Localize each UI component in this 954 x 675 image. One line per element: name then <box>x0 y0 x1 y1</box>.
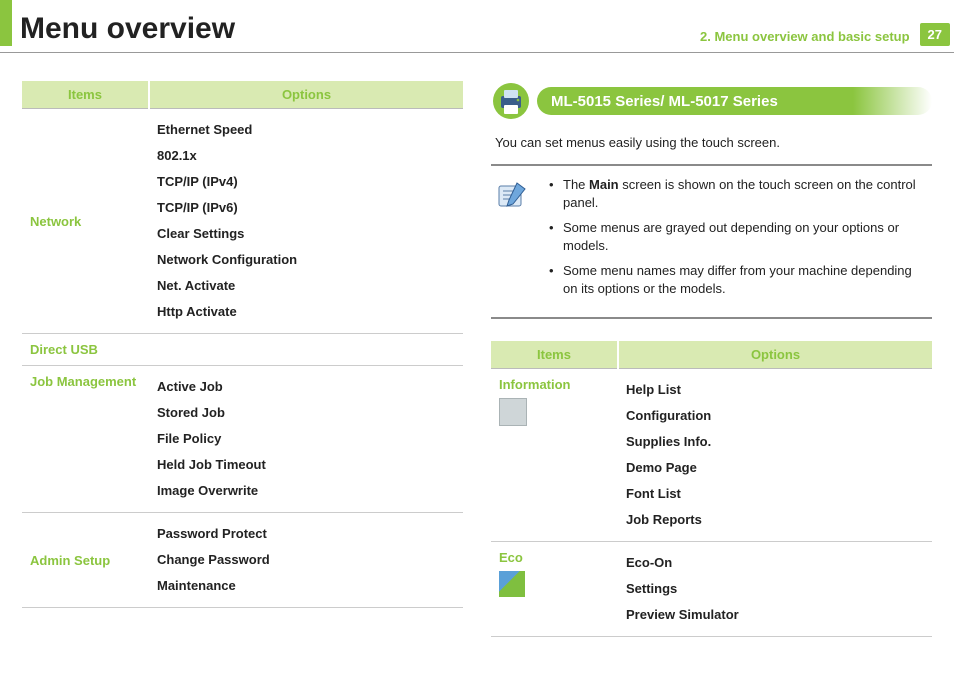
body: Items Options Network Ethernet Speed 802… <box>0 53 954 637</box>
option-text: Held Job Timeout <box>157 452 455 478</box>
note-bold: Main <box>589 177 619 192</box>
table-row: Job Management Active Job Stored Job Fil… <box>22 366 463 513</box>
option-text: File Policy <box>157 426 455 452</box>
page-number: 27 <box>920 23 950 46</box>
table-row: Direct USB <box>22 334 463 366</box>
option-text: Configuration <box>626 403 924 429</box>
note-item: Some menus are grayed out depending on y… <box>553 219 928 254</box>
option-text: Http Activate <box>157 299 455 325</box>
option-text: Active Job <box>157 374 455 400</box>
left-th-options: Options <box>149 81 463 109</box>
right-th-items: Items <box>491 341 618 369</box>
row-options-network: Ethernet Speed 802.1x TCP/IP (IPv4) TCP/… <box>149 109 463 334</box>
option-text: TCP/IP (IPv4) <box>157 169 455 195</box>
row-options-eco: Eco-On Settings Preview Simulator <box>618 542 932 637</box>
series-banner: ML-5015 Series/ ML-5017 Series <box>491 81 932 121</box>
row-item-network: Network <box>22 109 149 334</box>
note-text: The <box>563 177 589 192</box>
row-options-job-management: Active Job Stored Job File Policy Held J… <box>149 366 463 513</box>
note-list: The Main screen is shown on the touch sc… <box>539 176 928 305</box>
intro-text: You can set menus easily using the touch… <box>495 135 932 150</box>
option-text: Font List <box>626 481 924 507</box>
option-text: 802.1x <box>157 143 455 169</box>
row-item-direct-usb: Direct USB <box>22 334 149 366</box>
option-text: Supplies Info. <box>626 429 924 455</box>
chapter-label: 2. Menu overview and basic setup <box>700 29 910 44</box>
option-text: Help List <box>626 377 924 403</box>
page-header: Menu overview 2. Menu overview and basic… <box>0 0 954 53</box>
right-table: Items Options Information Help List Conf… <box>491 341 932 637</box>
option-text: TCP/IP (IPv6) <box>157 195 455 221</box>
option-text: Ethernet Speed <box>157 117 455 143</box>
table-row: Information Help List Configuration Supp… <box>491 369 932 542</box>
page: Menu overview 2. Menu overview and basic… <box>0 0 954 675</box>
option-text: Password Protect <box>157 521 455 547</box>
option-text: Change Password <box>157 547 455 573</box>
option-text: Network Configuration <box>157 247 455 273</box>
page-title: Menu overview <box>20 12 700 46</box>
option-text: Preview Simulator <box>626 602 924 628</box>
left-th-items: Items <box>22 81 149 109</box>
option-text: Settings <box>626 576 924 602</box>
row-item-eco: Eco <box>491 542 618 637</box>
option-text: Stored Job <box>157 400 455 426</box>
table-row: Eco Eco-On Settings Preview Simulator <box>491 542 932 637</box>
option-text: Image Overwrite <box>157 478 455 504</box>
note-icon <box>495 178 529 212</box>
table-row: Admin Setup Password Protect Change Pass… <box>22 513 463 608</box>
option-text: Maintenance <box>157 573 455 599</box>
device-icon <box>499 398 527 426</box>
option-text: Net. Activate <box>157 273 455 299</box>
option-text: Job Reports <box>626 507 924 533</box>
option-text: Clear Settings <box>157 221 455 247</box>
left-table: Items Options Network Ethernet Speed 802… <box>22 81 463 608</box>
series-title: ML-5015 Series/ ML-5017 Series <box>537 87 932 115</box>
option-text: Eco-On <box>626 550 924 576</box>
note-item: The Main screen is shown on the touch sc… <box>553 176 928 211</box>
row-item-information: Information <box>491 369 618 542</box>
row-options-direct-usb <box>149 334 463 366</box>
right-column: ML-5015 Series/ ML-5017 Series You can s… <box>491 81 932 637</box>
printer-icon <box>491 81 531 121</box>
row-options-admin-setup: Password Protect Change Password Mainten… <box>149 513 463 608</box>
row-item-job-management: Job Management <box>22 366 149 513</box>
left-column: Items Options Network Ethernet Speed 802… <box>22 81 463 637</box>
right-th-options: Options <box>618 341 932 369</box>
header-accent <box>0 0 12 46</box>
item-label: Information <box>499 377 571 392</box>
eco-icon <box>499 571 525 597</box>
row-options-information: Help List Configuration Supplies Info. D… <box>618 369 932 542</box>
option-text: Demo Page <box>626 455 924 481</box>
table-row: Network Ethernet Speed 802.1x TCP/IP (IP… <box>22 109 463 334</box>
note-box: The Main screen is shown on the touch sc… <box>491 164 932 319</box>
row-item-admin-setup: Admin Setup <box>22 513 149 608</box>
note-item: Some menu names may differ from your mac… <box>553 262 928 297</box>
item-label: Eco <box>499 550 523 565</box>
